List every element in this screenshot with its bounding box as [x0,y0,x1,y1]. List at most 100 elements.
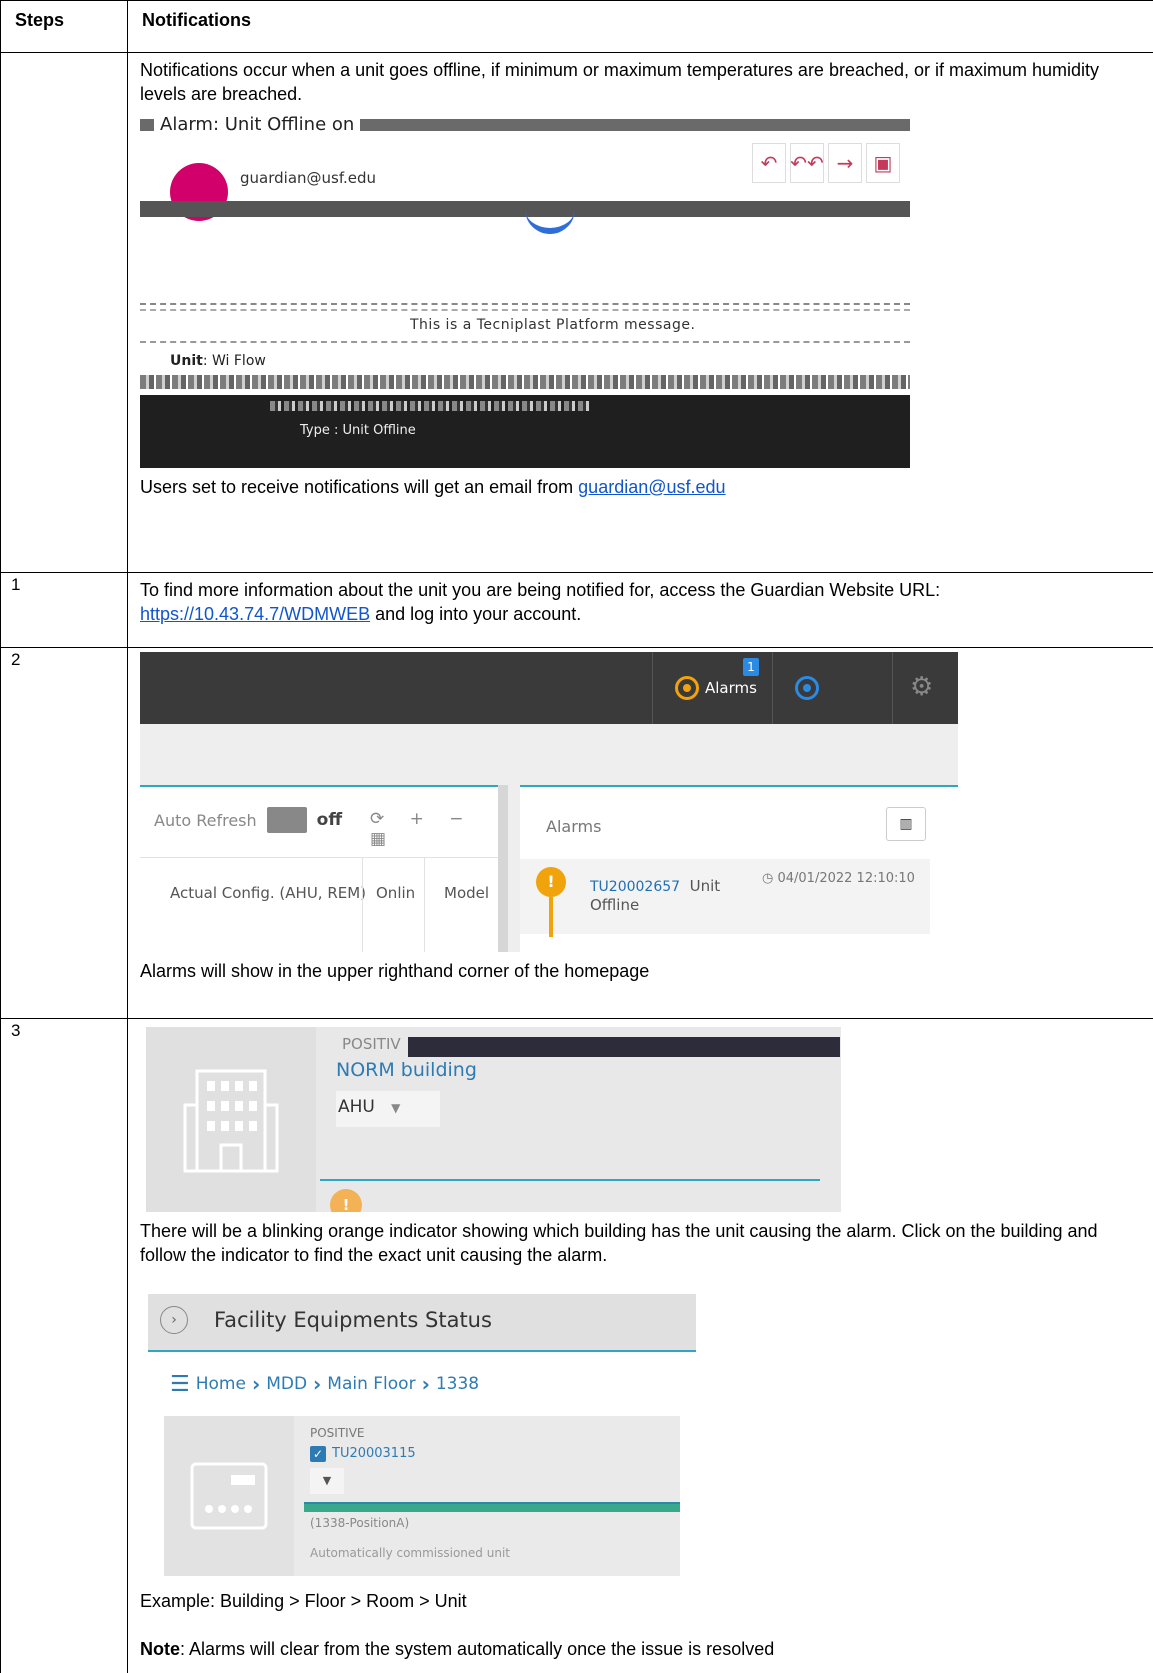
alarm-count-badge: 1 [743,658,759,676]
alarm-type: Type : Unit Offline [300,422,416,438]
note-label: Note [140,1638,180,1659]
step-cell-empty [0,52,128,573]
menu-icon[interactable]: ☰ [170,1372,190,1397]
step2-caption: Alarms will show in the upper righthand … [140,961,650,981]
crumb-building[interactable]: MDD [266,1374,307,1394]
chevron-right-icon: › [251,1372,261,1397]
alarm-item[interactable]: ! TU20002657 Unit Offline ◷ 04/01/2022 1… [520,859,930,937]
facility-screenshot: › Facility Equipments Status ☰ Home › MD… [148,1293,696,1584]
breadcrumb: ☰ Home › MDD › Main Floor › 1338 [170,1372,479,1397]
alarms-screenshot: Alarms 1 ⚙ Auto Refresh off ⟳ + − ▦ Actu… [140,652,958,952]
unit-label: Unit [170,352,203,369]
step-number: 1 [0,572,128,648]
email-source-text: Users set to receive notifications will … [140,476,1141,500]
header-notifications: Notifications [127,0,1153,53]
redacted-line [140,374,910,389]
auto-refresh-label: Auto Refresh [154,810,257,830]
alarms-panel-title: Alarms [546,817,602,836]
intro-content: Notifications occur when a unit goes off… [127,52,1153,573]
warning-indicator-icon: ! [330,1189,362,1212]
unit-id[interactable]: TU20003115 [332,1446,416,1461]
step-number: 2 [0,647,128,1019]
timestamp-value: 04/01/2022 12:10:10 [777,871,915,886]
alarm-description: TU20002657 Unit Offline [590,877,750,914]
alarm-timestamp: ◷ 04/01/2022 12:10:10 [762,871,915,886]
instruction-table: Steps Notifications Notifications occur … [0,0,1153,1673]
auto-refresh-toggle[interactable] [266,807,307,833]
dashed-divider [140,302,910,311]
facility-header: › Facility Equipments Status [148,1293,696,1352]
building-name[interactable]: NORM building [336,1059,477,1081]
alarms-nav-label: Alarms [705,679,757,697]
column-headers: Actual Config. (AHU, REM) Onlin Model [140,857,500,952]
panel-tools[interactable]: ⟳ + − ▦ [370,809,500,849]
intro-text: Notifications occur when a unit goes off… [140,60,1100,104]
email-sender: guardian@usf.edu [240,168,377,187]
crumb-floor[interactable]: Main Floor [327,1374,415,1394]
reply-icon[interactable]: ↶ [752,142,786,183]
step1-suffix: and log into your account. [370,603,582,624]
unit-card[interactable]: POSITIVE ✓ TU20003115 ▼ (1338-PositionA) … [164,1415,680,1576]
unit-id-row: ✓ TU20003115 [310,1445,416,1462]
chevron-right-icon: › [421,1372,430,1397]
unit-location: (1338-PositionA) [310,1515,410,1530]
warning-line [549,897,553,937]
email-screenshot: Alarm: Unit Offline on guardian@usf.edu … [140,112,910,468]
building-card-screenshot[interactable]: POSITIV NORM building AHU ▼ ! [146,1027,841,1212]
status-bar [304,1501,680,1512]
building-type: POSITIV [342,1035,401,1053]
reply-all-icon[interactable]: ↶↶ [790,142,824,183]
email-dark-footer: Type : Unit Offline [140,394,910,468]
unit-type: POSITIVE [310,1425,365,1440]
facility-title: Facility Equipments Status [214,1307,492,1332]
header-steps: Steps [0,0,128,53]
col-online: Onlin [376,884,416,902]
step3-text: There will be a blinking orange indicato… [140,1221,1098,1265]
building-icon [146,1027,316,1212]
gears-icon[interactable]: ⚙ [910,672,933,702]
top-nav-bar [140,652,958,724]
unit-device-icon [164,1415,294,1576]
step1-content: To find more information about the unit … [127,572,1153,648]
step1-text: To find more information about the unit … [140,579,1141,627]
dashed-divider [140,340,910,345]
unit-value: : Wi Flow [202,352,266,369]
col-model: Model [444,884,490,902]
example-text: Example: Building > Floor > Room > Unit [140,1590,467,1611]
ahu-dropdown[interactable]: AHU ▼ [336,1091,440,1127]
email-actions: ↶ ↶↶ → ▣ [752,142,900,187]
note-text: Note: Alarms will clear from the system … [140,1638,1141,1662]
chart-icon[interactable]: ▥ [886,807,926,841]
platform-message: This is a Tecniplast Platform message. [410,316,696,333]
checkbox-icon[interactable]: ✓ [310,1445,326,1462]
unit-line: Unit: Wi Flow [170,353,266,369]
chevron-down-icon[interactable]: ▼ [310,1467,344,1494]
alarms-nav-button[interactable]: Alarms [675,676,757,700]
chevron-right-icon[interactable]: › [160,1305,188,1334]
redacted-line [270,400,590,411]
crumb-room[interactable]: 1338 [436,1374,479,1394]
crumb-home[interactable]: Home [196,1374,246,1394]
alarm-unit-id[interactable]: TU20002657 [590,879,680,895]
redaction-bar [408,1037,840,1057]
teams-icon[interactable]: ▣ [866,142,900,183]
guardian-url-link[interactable]: https://10.43.74.7/WDMWEB [140,604,370,624]
card-divider [320,1179,820,1181]
chevron-down-icon: ▼ [391,1101,401,1115]
forward-icon[interactable]: → [828,142,862,183]
ahu-label: AHU [338,1097,375,1117]
equipment-panel: Auto Refresh off ⟳ + − ▦ Actual Config. … [140,785,500,952]
panel-splitter[interactable] [498,785,508,952]
step1-instruction: To find more information about the unit … [140,580,941,600]
col-actual-config: Actual Config. (AHU, REM) [170,884,367,902]
chevron-right-icon: › [313,1372,322,1397]
auto-refresh-control: Auto Refresh off [154,807,342,833]
email-subject: Alarm: Unit Offline on [154,112,361,137]
alarms-panel: Alarms ▥ ! TU20002657 Unit Offline ◷ 04/… [520,785,958,952]
step2-content: Alarms 1 ⚙ Auto Refresh off ⟳ + − ▦ Actu… [127,647,1153,1019]
unit-commission-note: Automatically commissioned unit [310,1545,510,1560]
status-ring-icon[interactable] [795,676,819,700]
step-number: 3 [0,1018,128,1673]
email-source-prefix: Users set to receive notifications will … [140,476,579,497]
guardian-email-link[interactable]: guardian@usf.edu [578,477,725,497]
